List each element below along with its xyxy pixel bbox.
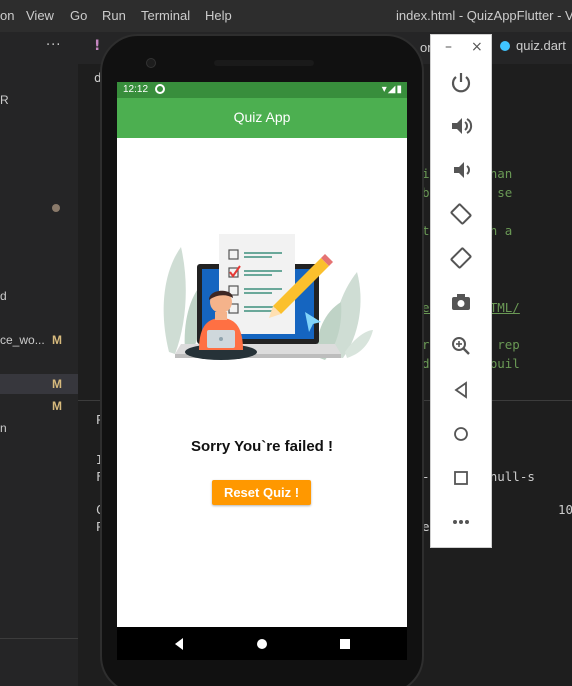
status-bar: 12:12 ▾◢▮ xyxy=(117,82,407,98)
emulator-toolbar: – × xyxy=(430,34,492,548)
volume-up-icon[interactable] xyxy=(448,113,474,139)
menu-item-terminal[interactable]: Terminal xyxy=(141,8,190,23)
signal-battery-icon: ▾◢▮ xyxy=(381,84,403,95)
explorer-item-label: n xyxy=(0,421,7,435)
sync-icon xyxy=(155,84,165,94)
explorer-sidebar: ··· R d ce_wo... M M M n xyxy=(0,32,78,686)
explorer-item[interactable]: M xyxy=(0,374,78,394)
volume-down-icon[interactable] xyxy=(448,157,474,183)
phone-screen: 12:12 ▾◢▮ Quiz App Sorry You`re failed !… xyxy=(117,82,407,627)
menu-item-go[interactable]: Go xyxy=(70,8,87,23)
minimize-button[interactable]: – xyxy=(445,39,452,55)
phone-frame: 12:12 ▾◢▮ Quiz App Sorry You`re failed !… xyxy=(100,34,424,686)
modified-badge: M xyxy=(52,333,62,347)
modified-badge: M xyxy=(52,399,62,413)
back-icon[interactable] xyxy=(448,377,474,403)
status-dot xyxy=(52,204,60,212)
quiz-illustration xyxy=(163,234,373,360)
overview-icon[interactable] xyxy=(448,465,474,491)
explorer-item[interactable]: R xyxy=(0,90,78,110)
result-message: Sorry You`re failed ! xyxy=(191,438,333,455)
explorer-more-button[interactable]: ··· xyxy=(46,38,61,53)
menu-item-selection[interactable]: on xyxy=(0,8,14,23)
terminal-line: 10 xyxy=(558,502,572,517)
explorer-item-label: R xyxy=(0,93,9,107)
explorer-item-label: d xyxy=(0,289,7,303)
nav-home-icon[interactable] xyxy=(252,634,272,654)
explorer-item[interactable]: M xyxy=(0,396,78,416)
dart-file-icon xyxy=(500,41,510,51)
menu-item-view[interactable]: View xyxy=(26,8,54,23)
rotate-right-icon[interactable] xyxy=(448,245,474,271)
tab-quiz-dart[interactable]: quiz.dart xyxy=(500,38,566,53)
explorer-item[interactable]: d xyxy=(0,286,78,306)
window-title: index.html - QuizAppFlutter - Visu xyxy=(396,8,572,23)
tab-label: quiz.dart xyxy=(516,38,566,53)
earpiece-speaker xyxy=(214,60,314,66)
status-time: 12:12 xyxy=(123,84,149,95)
close-button[interactable]: × xyxy=(471,39,483,55)
tab-modified-marker[interactable]: ! xyxy=(94,38,100,54)
nav-back-icon[interactable] xyxy=(169,634,189,654)
nav-recents-icon[interactable] xyxy=(335,634,355,654)
divider xyxy=(0,638,78,639)
menu-item-run[interactable]: Run xyxy=(102,8,126,23)
explorer-item[interactable]: ce_wo... M xyxy=(0,330,78,350)
menu-bar: on View Go Run Terminal Help index.html … xyxy=(0,0,572,32)
home-icon[interactable] xyxy=(448,421,474,447)
android-nav-bar xyxy=(117,627,407,660)
camera-icon[interactable] xyxy=(448,289,474,315)
zoom-icon[interactable] xyxy=(448,333,474,359)
explorer-item[interactable]: n xyxy=(0,418,78,438)
explorer-item-label: ce_wo... xyxy=(0,333,45,347)
app-title: Quiz App xyxy=(233,109,291,125)
app-bar: Quiz App xyxy=(117,98,407,138)
reset-quiz-button[interactable]: Reset Quiz ! xyxy=(212,480,311,505)
rotate-left-icon[interactable] xyxy=(448,201,474,227)
more-icon[interactable] xyxy=(448,509,474,535)
front-camera xyxy=(146,58,156,68)
modified-badge: M xyxy=(52,377,62,391)
power-icon[interactable] xyxy=(448,69,474,95)
menu-item-help[interactable]: Help xyxy=(205,8,232,23)
